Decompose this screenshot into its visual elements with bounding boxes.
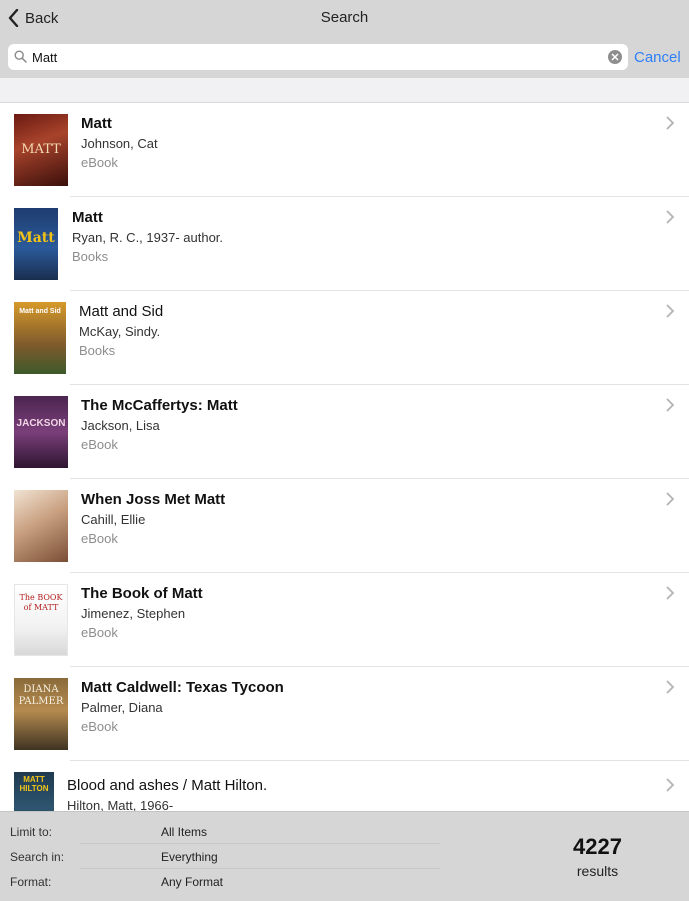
book-cover: MATT HILTON	[14, 772, 54, 811]
filter-toolbar: Limit to: All Items Search in: Everythin…	[0, 811, 689, 901]
result-format: eBook	[81, 719, 118, 734]
results-count: 4227	[573, 834, 622, 859]
chevron-right-icon	[666, 586, 674, 600]
format-value[interactable]: Any Format	[161, 875, 223, 889]
chevron-right-icon	[666, 778, 674, 792]
list-item[interactable]: The BOOK of MATT The Book of Matt Jimene…	[0, 573, 689, 667]
format-label: Format:	[10, 875, 52, 889]
result-author: Palmer, Diana	[81, 700, 163, 715]
cover-title: Matt and Sid	[19, 308, 61, 315]
result-title: The Book of Matt	[81, 585, 203, 602]
list-item[interactable]: Matt and Sid Matt and Sid McKay, Sindy. …	[0, 291, 689, 385]
limit-to-value[interactable]: All Items	[161, 825, 207, 839]
result-title: Matt Caldwell: Texas Tycoon	[81, 679, 284, 696]
result-title: The McCaffertys: Matt	[81, 397, 238, 414]
result-format: eBook	[81, 437, 118, 452]
book-cover: JACKSON	[14, 396, 68, 468]
limit-to-label: Limit to:	[10, 825, 53, 839]
cover-title: Matt	[17, 230, 55, 246]
list-item[interactable]: MATT Matt Johnson, Cat eBook	[0, 103, 689, 197]
cancel-button[interactable]: Cancel	[634, 49, 681, 66]
cover-title: JACKSON	[16, 418, 66, 429]
result-title: Matt	[81, 115, 112, 132]
list-item[interactable]: DIANA PALMER Matt Caldwell: Texas Tycoon…	[0, 667, 689, 761]
list-item[interactable]: JACKSON The McCaffertys: Matt Jackson, L…	[0, 385, 689, 479]
chevron-right-icon	[666, 680, 674, 694]
result-format: Books	[72, 249, 109, 264]
result-title: When Joss Met Matt	[81, 491, 226, 508]
book-cover: Matt and Sid	[14, 302, 66, 374]
chevron-right-icon	[666, 304, 674, 318]
result-format: eBook	[81, 625, 118, 640]
chevron-right-icon	[666, 398, 674, 412]
result-author: Jimenez, Stephen	[81, 606, 186, 621]
cover-title: DIANA PALMER	[18, 684, 64, 707]
list-item[interactable]: MATT HILTON Blood and ashes / Matt Hilto…	[0, 761, 689, 811]
result-title: Matt and Sid	[79, 303, 164, 320]
chevron-right-icon	[666, 210, 674, 224]
chevron-right-icon	[666, 116, 674, 130]
search-field[interactable]	[8, 44, 628, 70]
cover-title: MATT HILTON	[19, 775, 49, 793]
book-cover	[14, 490, 68, 562]
search-input[interactable]	[32, 47, 602, 67]
clear-search-button[interactable]	[608, 50, 622, 64]
page-title: Search	[320, 9, 369, 26]
search-icon	[14, 50, 27, 63]
result-author: Johnson, Cat	[81, 136, 158, 151]
result-author: Ryan, R. C., 1937- author.	[72, 230, 224, 245]
result-author: McKay, Sindy.	[79, 324, 161, 339]
divider	[80, 868, 440, 869]
book-cover: DIANA PALMER	[14, 678, 68, 750]
list-item[interactable]: When Joss Met Matt Cahill, Ellie eBook	[0, 479, 689, 573]
divider	[80, 843, 440, 844]
list-item[interactable]: Matt Matt Ryan, R. C., 1937- author. Boo…	[0, 197, 689, 291]
result-format: eBook	[81, 155, 118, 170]
search-in-value[interactable]: Everything	[161, 850, 218, 864]
result-author: Hilton, Matt, 1966-	[67, 798, 174, 811]
results-count-label: results	[576, 863, 619, 879]
close-icon	[611, 53, 619, 61]
result-title: Blood and ashes / Matt Hilton.	[67, 777, 268, 794]
search-in-label: Search in:	[10, 850, 65, 864]
result-author: Cahill, Ellie	[81, 512, 146, 527]
result-title: Matt	[72, 209, 103, 226]
section-separator	[0, 78, 689, 103]
book-cover: MATT	[14, 114, 68, 186]
results-list[interactable]: MATT Matt Johnson, Cat eBook Matt Matt R…	[0, 103, 689, 811]
cover-title: The BOOK of MATT	[19, 593, 63, 612]
result-format: Books	[79, 343, 116, 358]
search-bar	[0, 36, 689, 78]
result-format: eBook	[81, 531, 118, 546]
navigation-bar: Back Search	[0, 0, 689, 36]
book-cover: Matt	[14, 208, 58, 280]
chevron-right-icon	[666, 492, 674, 506]
result-author: Jackson, Lisa	[81, 418, 160, 433]
book-cover: The BOOK of MATT	[14, 584, 68, 656]
cover-title: MATT	[21, 142, 61, 157]
